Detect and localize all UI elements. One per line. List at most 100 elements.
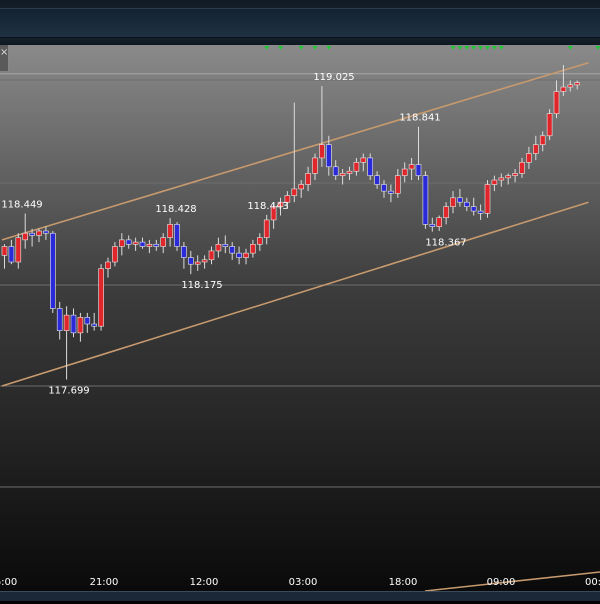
candle-body (463, 201, 470, 207)
candle-body (98, 268, 104, 327)
candle-body (291, 188, 298, 196)
candle-body (36, 230, 42, 236)
candle-body (112, 246, 118, 263)
candle-body (367, 157, 374, 176)
price-label: 117.699 (48, 386, 89, 397)
x-tick-label: 18:00 (389, 577, 418, 588)
candle-body (408, 164, 415, 170)
candle-body (8, 246, 15, 263)
candle-body (305, 173, 311, 185)
candle-body (546, 113, 553, 137)
candle-body (43, 230, 49, 234)
candle-body (346, 170, 353, 174)
candle-body (498, 177, 505, 181)
price-label: 118.428 (155, 204, 196, 215)
candle-body (560, 86, 567, 92)
price-label: 118.175 (181, 280, 222, 291)
candle-body (201, 259, 208, 263)
x-tick-label: 6:00 (0, 577, 17, 588)
candle (174, 222, 180, 251)
x-tick-label: 09:00 (487, 577, 516, 588)
candle-body (422, 175, 429, 225)
price-label: 118.841 (399, 113, 440, 124)
candle-body (388, 190, 394, 194)
candle-body (208, 250, 215, 261)
candle-body (539, 135, 546, 145)
candle-body (250, 243, 256, 254)
candle-body (429, 224, 436, 227)
candle-body (519, 162, 525, 174)
candle-body (84, 317, 91, 325)
candle-body (484, 184, 491, 214)
candle-body (457, 197, 463, 203)
candle-body (22, 232, 29, 241)
candle-body (339, 173, 346, 176)
price-label: 119.025 (313, 72, 354, 83)
price-label: 118.443 (247, 201, 288, 212)
x-tick-label: 21:00 (90, 577, 119, 588)
candle-body (436, 217, 443, 227)
candle-body (319, 144, 325, 159)
candle-body (15, 237, 22, 263)
candle-body (526, 153, 532, 163)
price-label: 118.449 (1, 200, 42, 211)
candle-body (574, 82, 581, 86)
candle-body (29, 232, 35, 236)
price-chart[interactable]: 118.449 117.699 118.428 118.175 118.443 119.0… (0, 0, 600, 600)
candle-body (360, 157, 367, 163)
candle-body (236, 252, 242, 258)
candle (422, 171, 429, 229)
candle (98, 264, 104, 331)
candle-body (153, 243, 160, 247)
candle-body (243, 252, 249, 258)
close-icon: × (0, 47, 9, 58)
candle-body (1, 246, 8, 256)
candle (546, 109, 553, 141)
candle-body (381, 184, 387, 192)
candle-body (181, 246, 187, 258)
candle-body (105, 261, 111, 269)
candle-body (415, 164, 422, 176)
candle-body (477, 210, 484, 214)
candle-body (160, 237, 166, 247)
candle-body (215, 243, 222, 252)
candle-body (505, 175, 512, 179)
candle-body (401, 168, 408, 176)
chart-area[interactable]: 118.449 117.699 118.428 118.175 118.443 119.0… (0, 0, 600, 600)
candle-body (470, 206, 477, 212)
candle-body (91, 323, 97, 327)
candle-body (256, 237, 263, 245)
candle-body (49, 232, 56, 309)
candle (49, 231, 56, 313)
x-tick-label: 00: (585, 577, 600, 588)
candle-body (174, 224, 180, 247)
candle-body (332, 166, 339, 176)
candle-body (553, 91, 560, 114)
x-tick-label: 03:00 (289, 577, 318, 588)
candle-body (63, 314, 70, 331)
candle-body (532, 144, 539, 154)
candle-body (222, 243, 229, 247)
candle-body (567, 84, 574, 88)
x-tick-label: 12:00 (190, 577, 219, 588)
candle (484, 180, 491, 218)
candle-body (188, 257, 194, 265)
candle-body (512, 173, 518, 176)
candle-body (450, 197, 456, 207)
candle-body (77, 317, 84, 334)
candle-body (353, 162, 360, 172)
close-button[interactable]: × (0, 45, 9, 71)
candle-body (263, 219, 270, 238)
candle-body (125, 239, 132, 245)
candle-body (312, 157, 318, 174)
candle-body (491, 179, 498, 185)
candle-body (119, 239, 125, 247)
candle-body (443, 206, 449, 219)
candle-body (194, 261, 201, 265)
price-label: 118.367 (425, 238, 466, 249)
candle-body (132, 241, 139, 245)
candle-body (298, 184, 305, 190)
candle-body (229, 246, 235, 254)
candle-body (56, 308, 63, 331)
candle-body (394, 175, 401, 194)
